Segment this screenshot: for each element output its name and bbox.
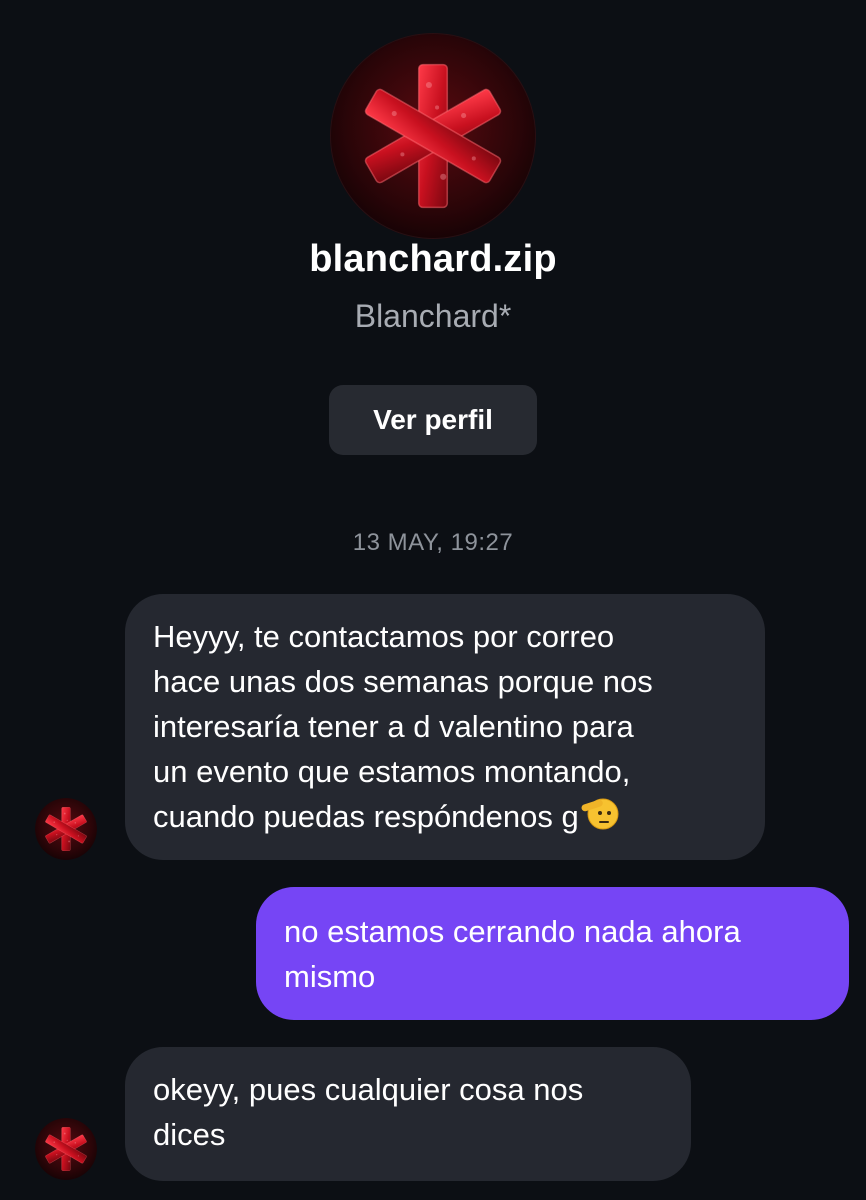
profile-avatar[interactable] (330, 33, 536, 239)
incoming-message-bubble[interactable]: okeyy, pues cualquier cosa nos dices (125, 1047, 691, 1181)
red-asterisk-icon (331, 34, 535, 238)
message-timestamp: 13 MAY, 19:27 (352, 529, 514, 556)
chat-screen: blanchard.zip Blanchard* Ver perfil 13 M… (0, 0, 866, 1200)
red-asterisk-icon (35, 798, 97, 860)
view-profile-button[interactable]: Ver perfil (329, 385, 537, 455)
message-text: okeyy, pues cualquier cosa nos dices (153, 1072, 584, 1152)
saluting-face-emoji-icon (579, 795, 619, 843)
red-asterisk-icon (35, 1118, 97, 1180)
incoming-message-bubble[interactable]: Heyyy, te contactamos por correo hace un… (125, 594, 765, 860)
sender-avatar[interactable] (35, 798, 97, 860)
message-text: no estamos cerrando nada ahora mismo (284, 914, 741, 994)
sender-avatar[interactable] (35, 1118, 97, 1180)
outgoing-message-bubble[interactable]: no estamos cerrando nada ahora mismo (256, 887, 849, 1020)
username: blanchard.zip (309, 238, 557, 280)
display-name: Blanchard* (354, 298, 512, 334)
